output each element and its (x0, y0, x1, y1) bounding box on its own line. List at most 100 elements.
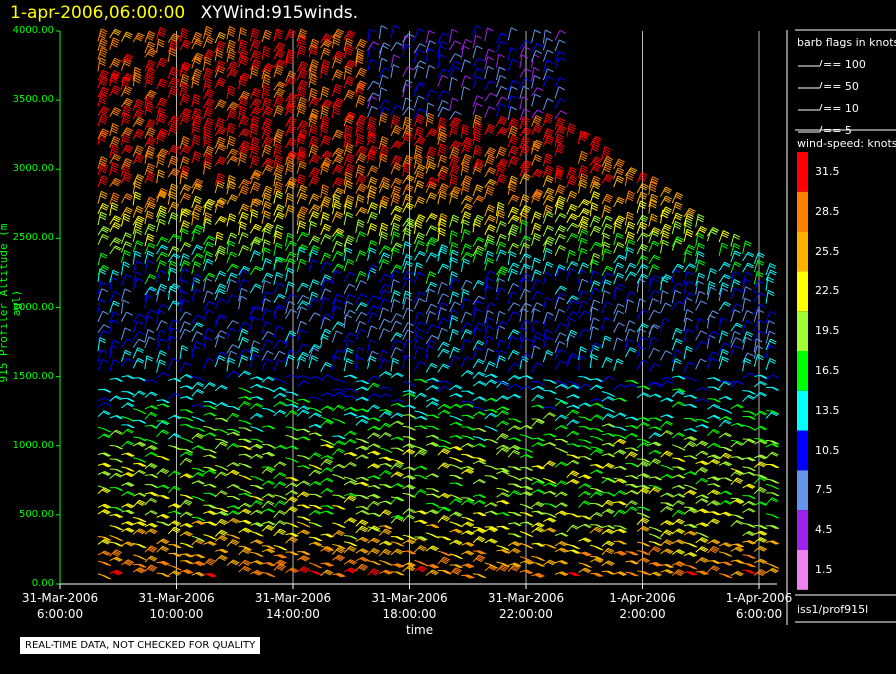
wind-barb (238, 354, 249, 368)
barb-flag (255, 477, 263, 481)
wind-barb (179, 345, 189, 360)
wind-barb (179, 424, 194, 429)
wind-barb (308, 562, 323, 569)
wind-barb (273, 181, 283, 195)
wind-barb (273, 306, 284, 320)
wind-barb (144, 528, 158, 535)
wind-barb (191, 314, 204, 324)
barb-staff (191, 196, 197, 209)
barb-flag (136, 260, 143, 265)
barb-staff (343, 153, 349, 166)
wind-barb (296, 555, 311, 562)
wind-barb (97, 268, 107, 283)
wind-barb (121, 509, 135, 515)
wind-barb-plot (56, 24, 896, 625)
wind-barb (133, 377, 147, 382)
barb-staff (132, 358, 139, 369)
wind-barb (332, 522, 346, 529)
wind-barb (121, 391, 135, 396)
barb-flag (161, 320, 168, 324)
wind-barb (343, 567, 358, 574)
barb-flag (279, 304, 286, 309)
wind-barb (191, 427, 205, 432)
wind-barb (144, 41, 156, 54)
barb-flag (314, 312, 321, 317)
barb-flag (290, 458, 298, 463)
wind-barb (261, 339, 273, 351)
wind-barb (144, 355, 154, 370)
barb-staff (226, 26, 230, 40)
wind-barb (168, 503, 182, 509)
barb-staff (167, 212, 173, 225)
barb-flag (267, 388, 274, 392)
wind-barb (179, 328, 192, 340)
barb-flag (265, 320, 272, 325)
wind-barb (203, 454, 217, 459)
barb-staff (120, 300, 124, 314)
wind-barb (261, 548, 276, 554)
barb-staff (308, 279, 314, 291)
barb-staff (308, 175, 315, 187)
wind-barb (238, 474, 252, 481)
barb-staff (343, 235, 349, 247)
wind-barb (308, 423, 323, 429)
wind-barb (238, 151, 248, 166)
wind-barb (261, 493, 275, 499)
barb-flag (324, 288, 332, 293)
barb-flag (302, 343, 309, 348)
barb-staff (156, 372, 164, 379)
wind-barb (144, 497, 158, 506)
barb-staff (167, 66, 173, 79)
wind-barb (179, 531, 193, 537)
wind-barb (179, 228, 189, 242)
barb-flag (124, 288, 132, 293)
wind-barb (238, 401, 251, 409)
wind-barb (109, 556, 123, 562)
wind-barb (109, 458, 123, 463)
wind-barb (167, 115, 180, 126)
wind-barb (320, 261, 332, 273)
wind-barb (273, 544, 287, 551)
barb-staff (120, 311, 127, 322)
wind-barb (203, 300, 215, 311)
barb-flag (183, 299, 190, 303)
wind-barb (203, 541, 217, 546)
barb-staff (156, 169, 160, 184)
wind-barb (168, 564, 182, 571)
wind-barb (226, 85, 236, 100)
wind-barb (320, 184, 329, 199)
barb-flag (265, 308, 272, 313)
barb-flag (126, 358, 134, 362)
wind-barb (250, 376, 264, 381)
wind-barb (191, 571, 205, 577)
barb-staff (308, 312, 315, 322)
wind-barb (203, 425, 217, 432)
wind-barb (332, 573, 346, 578)
wind-barb (132, 347, 144, 359)
wind-barb (191, 432, 205, 440)
wind-barb (215, 511, 229, 516)
wind-barb (167, 392, 182, 400)
barb-staff (191, 331, 198, 342)
wind-barb (273, 104, 284, 118)
wind-barb (261, 272, 274, 283)
wind-barb (109, 487, 123, 492)
wind-barb (191, 288, 202, 302)
wind-barb (308, 123, 318, 138)
barb-staff (167, 319, 175, 330)
wind-barb (331, 129, 344, 141)
barb-flag (336, 330, 343, 335)
wind-barb (109, 468, 123, 473)
barb-flag (244, 420, 251, 425)
wind-barb (296, 160, 307, 174)
wind-barb (250, 495, 264, 501)
wind-barb (249, 316, 260, 330)
wind-barb (343, 495, 357, 503)
wind-barb (202, 336, 213, 351)
wind-barb (261, 164, 274, 176)
wind-barb (120, 250, 131, 264)
wind-barb (132, 153, 145, 165)
wind-barb (226, 327, 237, 341)
barb-flag (137, 320, 144, 325)
barb-flag (300, 329, 307, 334)
